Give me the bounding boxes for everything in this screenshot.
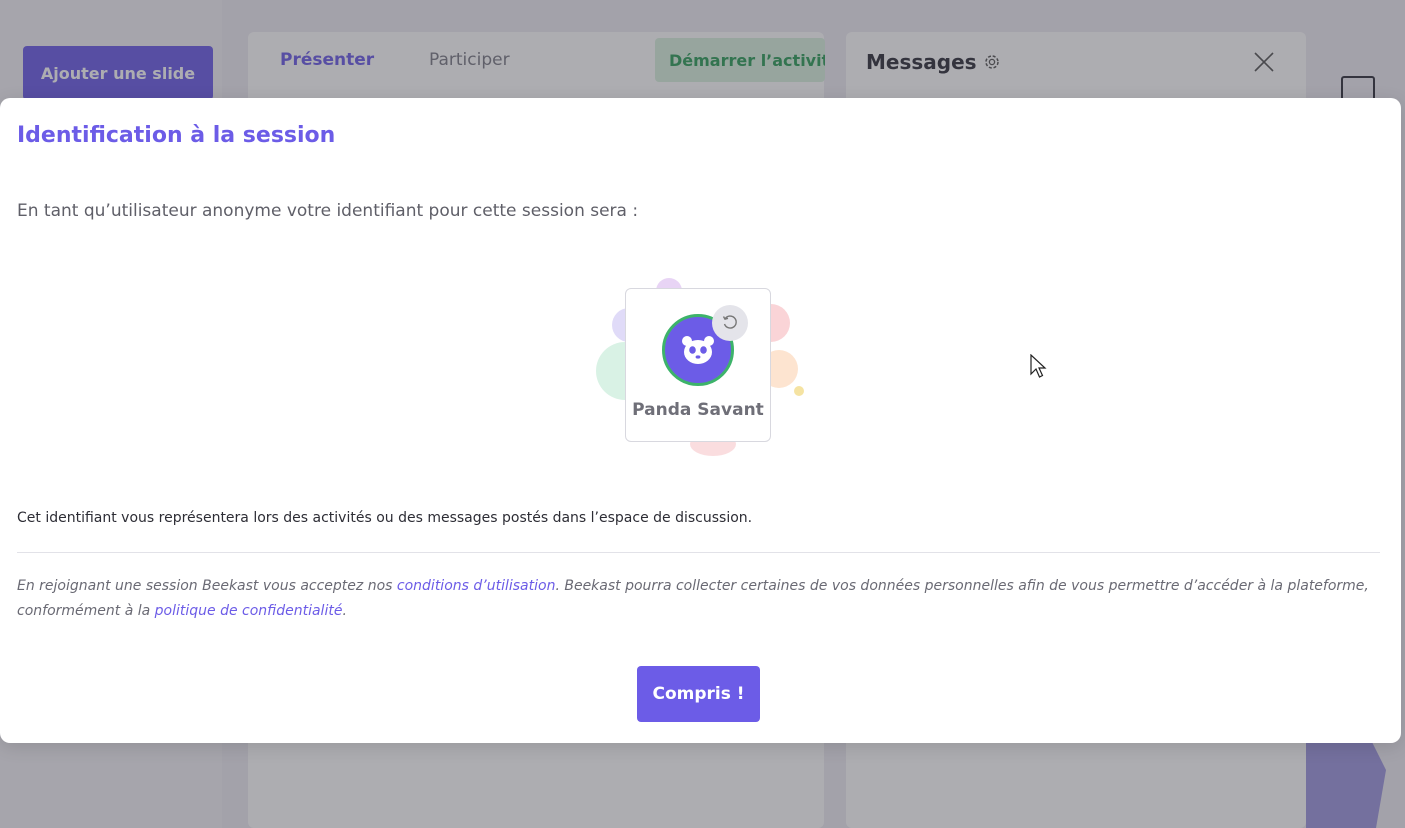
intro-text: En tant qu’utilisateur anonyme votre ide… (17, 201, 639, 221)
confirm-button[interactable]: Compris ! (637, 666, 760, 722)
modal-title: Identification à la session (17, 123, 336, 148)
identification-modal: Identification à la session En tant qu’u… (0, 98, 1401, 743)
legal-notice: En rejoignant une session Beekast vous a… (17, 578, 1369, 619)
mouse-cursor-icon (1030, 354, 1047, 378)
privacy-link[interactable]: politique de confidentialité (155, 603, 343, 619)
refresh-avatar-button[interactable] (712, 305, 748, 341)
description-text: Cet identifiant vous représentera lors d… (17, 510, 753, 526)
avatar-name: Panda Savant (632, 400, 764, 420)
refresh-icon (722, 315, 737, 329)
terms-link[interactable]: conditions d’utilisation (397, 578, 556, 594)
divider (17, 552, 1380, 553)
